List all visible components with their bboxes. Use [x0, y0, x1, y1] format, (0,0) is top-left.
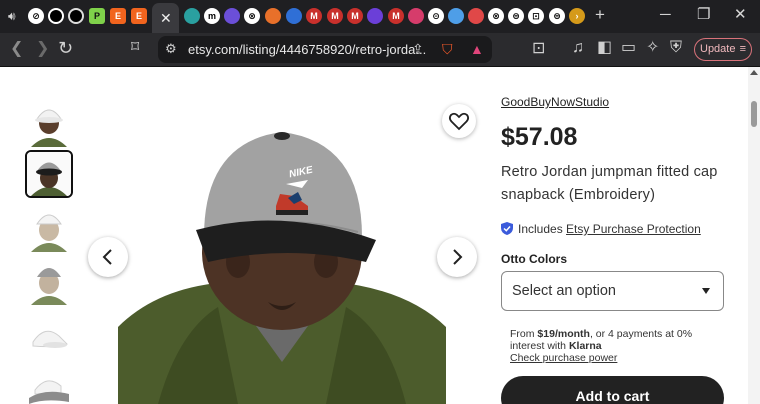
variant-label: Otto Colors — [501, 252, 567, 266]
brave-rewards-icon[interactable]: ▲ — [470, 40, 484, 58]
tab-favicon[interactable]: ⊗ — [244, 8, 260, 24]
close-tab-icon[interactable]: ✕ — [160, 10, 172, 26]
caret-down-icon — [702, 288, 710, 294]
next-image-button[interactable] — [437, 237, 477, 277]
product-photo — [118, 132, 446, 404]
new-tab-icon[interactable]: + — [595, 6, 605, 23]
tab-favicon[interactable]: M — [347, 8, 363, 24]
browser-toolbar: ❮ ❯ ↻ ⌑ ⚙︎ etsy.com/listing/4446758920/r… — [0, 33, 760, 67]
bookmark-icon[interactable]: ⌑ — [131, 39, 139, 57]
thumbnail-image — [27, 152, 71, 196]
leo-ai-icon[interactable]: ✧ — [646, 39, 659, 57]
tab-favicon[interactable] — [408, 8, 424, 24]
page-content: NIKE GoodBuyNowStudio $57.08 Retro Jorda… — [0, 67, 760, 404]
browser-tab-strip: 🔊︎ ⊘ P E E ✕ m ⊗ M M M M ⊝ ⊗ ⊜ ⊡ ⊜ › + ─… — [0, 0, 760, 33]
reader-mode-icon[interactable]: ⊡ — [532, 40, 545, 58]
menu-icon: ≡ — [739, 43, 746, 55]
klarna-from: From — [510, 328, 538, 340]
thumbnail-4[interactable] — [25, 257, 73, 305]
brave-shields-icon[interactable]: ⛉ — [442, 40, 453, 58]
tab-favicon[interactable]: M — [388, 8, 404, 24]
price: $57.08 — [501, 123, 578, 151]
klarna-line-1: From $19/month, or 4 payments at 0% — [510, 328, 692, 340]
tab-favicon[interactable]: P — [89, 8, 105, 24]
tab-favicon[interactable] — [468, 8, 484, 24]
klarna-prefix: interest with — [510, 340, 569, 352]
klarna-line-2: interest with Klarna — [510, 340, 602, 352]
tab-favicon[interactable] — [68, 8, 84, 24]
restore-icon[interactable]: ❐ — [697, 7, 710, 23]
back-icon[interactable]: ❮ — [10, 40, 23, 58]
tab-favicon[interactable] — [448, 8, 464, 24]
tab-favicon[interactable]: M — [327, 8, 343, 24]
address-bar[interactable]: ⚙︎ etsy.com/listing/4446758920/retro-jor… — [158, 36, 492, 63]
protection-prefix: Includes — [518, 222, 567, 236]
scroll-up-arrow[interactable] — [750, 70, 758, 75]
favorite-button[interactable] — [442, 104, 476, 138]
active-tab[interactable]: ✕ — [152, 3, 179, 33]
tab-favicon[interactable] — [286, 8, 302, 24]
site-settings-icon[interactable]: ⚙︎ — [165, 40, 177, 58]
tab-favicon[interactable]: ⊜ — [508, 8, 524, 24]
sidebar-icon[interactable]: ◧ — [597, 39, 612, 57]
media-icon[interactable]: ♫ — [572, 39, 584, 57]
etsy-tab-icon[interactable]: E — [110, 8, 126, 24]
purchase-protection-row: Includes Etsy Purchase Protection — [501, 222, 701, 236]
thumbnail-image — [31, 109, 67, 147]
tab-favicon[interactable]: › — [569, 8, 585, 24]
variant-select[interactable]: Select an option — [501, 271, 724, 311]
thumbnail-3[interactable] — [25, 204, 73, 252]
shop-name-link[interactable]: GoodBuyNowStudio — [501, 95, 609, 109]
chevron-right-icon — [453, 249, 463, 265]
tab-favicon[interactable]: ⊗ — [488, 8, 504, 24]
thumbnail-image — [31, 268, 67, 305]
update-label: Update — [700, 43, 736, 55]
scrollbar-thumb[interactable] — [751, 101, 757, 127]
variant-select-placeholder: Select an option — [512, 283, 616, 299]
tab-favicon[interactable]: ⊝ — [428, 8, 444, 24]
tab-favicon[interactable] — [367, 8, 383, 24]
previous-image-button[interactable] — [88, 237, 128, 277]
klarna-rest: , or 4 payments at 0% — [589, 328, 693, 340]
thumbnail-image — [29, 380, 69, 404]
audio-icon[interactable]: 🔊︎ — [8, 8, 16, 24]
main-product-image[interactable]: NIKE — [118, 112, 446, 404]
minimize-icon[interactable]: ─ — [660, 7, 671, 23]
close-window-icon[interactable]: ✕ — [734, 7, 747, 23]
klarna-brand: Klarna — [568, 340, 602, 352]
heart-icon — [448, 112, 470, 131]
forward-icon[interactable]: ❯ — [36, 40, 49, 58]
tab-favicon[interactable] — [224, 8, 240, 24]
url-text[interactable]: etsy.com/listing/4446758920/retro-jorda.… — [188, 36, 426, 63]
purchase-protection-link[interactable]: Etsy Purchase Protection — [566, 222, 701, 236]
vpn-icon[interactable]: ⛨ — [670, 39, 682, 57]
chevron-left-icon — [102, 249, 112, 265]
thumbnail-image — [32, 330, 68, 348]
tab-favicon[interactable]: ⊘ — [28, 8, 44, 24]
page-scrollbar[interactable] — [748, 67, 760, 404]
tab-favicon[interactable]: M — [306, 8, 322, 24]
add-to-cart-button[interactable]: Add to cart — [501, 376, 724, 404]
update-button[interactable]: Update ≡ — [694, 38, 752, 61]
klarna-check-link[interactable]: Check purchase power — [510, 352, 617, 364]
etsy-tab-icon[interactable]: E — [131, 8, 147, 24]
klarna-amount: $19/month — [537, 328, 590, 340]
tab-favicon[interactable] — [265, 8, 281, 24]
tab-favicon[interactable]: ⊜ — [549, 8, 565, 24]
tab-favicon[interactable] — [48, 8, 64, 24]
tab-favicon[interactable]: m — [204, 8, 220, 24]
reload-icon[interactable]: ↻ — [58, 39, 73, 57]
shield-check-icon — [501, 222, 513, 235]
thumbnail-5[interactable] — [25, 312, 73, 360]
listing-title-line-1: Retro Jordan jumpman fitted cap — [501, 164, 718, 180]
wallet-icon[interactable]: ▭ — [621, 39, 636, 57]
thumbnail-1[interactable] — [25, 99, 73, 147]
thumbnail-image — [31, 214, 67, 252]
tab-favicon[interactable]: ⊡ — [528, 8, 544, 24]
thumbnail-6[interactable] — [25, 364, 73, 404]
tab-favicon[interactable] — [184, 8, 200, 24]
share-icon[interactable]: ⇪ — [412, 40, 424, 58]
listing-title-line-2: snapback (Embroidery) — [501, 187, 656, 203]
thumbnail-2-selected[interactable] — [25, 150, 73, 198]
